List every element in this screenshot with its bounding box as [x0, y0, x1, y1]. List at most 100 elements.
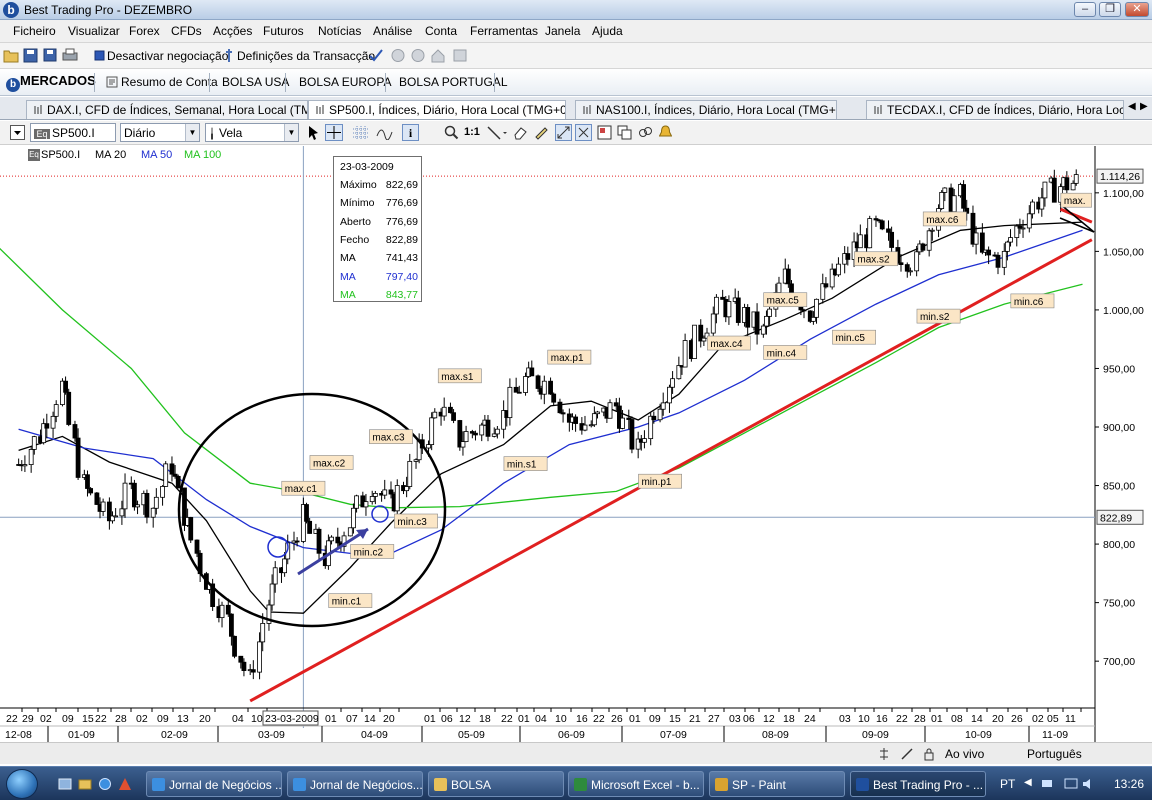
markets-item-bolsa-portugal[interactable]: BOLSA PORTUGAL: [399, 75, 508, 89]
menu-item-ferramentas[interactable]: Ferramentas: [470, 24, 538, 38]
menu-item-noticias[interactable]: Notícias: [318, 24, 361, 38]
taskbar-button[interactable]: Best Trading Pro - ...: [850, 771, 986, 797]
time-axis-month-label: 09-09: [862, 729, 889, 741]
tab-scroll-right-icon[interactable]: ▶: [1140, 101, 1148, 112]
menu-item-futuros[interactable]: Futuros: [263, 24, 304, 38]
highlight-circle-c3: [371, 505, 389, 523]
tray-clock[interactable]: 13:26: [1114, 777, 1144, 791]
menu-item-conta[interactable]: Conta: [425, 24, 457, 38]
taskbar-button[interactable]: Jornal de Negócios ...: [146, 771, 282, 797]
markets-item-account-summary[interactable]: Resumo de Conta: [121, 75, 218, 89]
tab-nas100[interactable]: NAS100.I, Índices, Diário, Hora Local (T…: [575, 100, 837, 119]
menu-item-forex[interactable]: Forex: [129, 24, 160, 38]
chart-area[interactable]: 1.100,00 1.050,00 1.000,00 950,00 900,00 850,…: [0, 146, 1152, 742]
zoom-icon[interactable]: [444, 125, 459, 140]
info-icon[interactable]: i: [402, 124, 419, 141]
deactivate-icon[interactable]: [92, 48, 108, 63]
tray-network-icon[interactable]: [1040, 777, 1054, 791]
menu-item-accoes[interactable]: Acções: [213, 24, 252, 38]
fit-icon[interactable]: [575, 124, 592, 141]
tab-scroll-left-icon[interactable]: ◀: [1128, 101, 1136, 112]
tray-expand-icon[interactable]: ◀: [1024, 777, 1032, 788]
menu-item-ficheiro[interactable]: Ficheiro: [13, 24, 56, 38]
menu-item-analise[interactable]: Análise: [373, 24, 412, 38]
tab-sp500[interactable]: SP500.I, Índices, Diário, Hora Local (TM…: [308, 100, 566, 119]
taskbar-button[interactable]: Microsoft Excel - b...: [568, 771, 704, 797]
transaction-settings-icon[interactable]: [222, 48, 238, 63]
check-icon[interactable]: [368, 48, 384, 63]
legend-ma50[interactable]: MA 50: [141, 149, 172, 161]
alert-bell-icon[interactable]: [659, 125, 672, 140]
ie-icon[interactable]: [98, 777, 112, 791]
candle-up: [660, 402, 666, 410]
show-desktop-icon[interactable]: [58, 777, 72, 791]
close-button[interactable]: ✕: [1125, 2, 1149, 17]
refresh-icon[interactable]: [452, 48, 468, 63]
start-button[interactable]: [6, 769, 38, 799]
candle-style-icon: ╽: [209, 129, 216, 140]
cursor-icon[interactable]: [307, 125, 321, 140]
maximize-button[interactable]: ❐: [1099, 2, 1121, 17]
legend-symbol[interactable]: SP500.I: [41, 149, 80, 161]
grid-icon[interactable]: [352, 125, 370, 140]
menu-item-visualizar[interactable]: Visualizar: [68, 24, 120, 38]
indicator-icon[interactable]: [376, 125, 398, 140]
taskbar-button[interactable]: SP - Paint: [709, 771, 845, 797]
menu-item-janela[interactable]: Janela: [545, 24, 580, 38]
candle-down: [448, 406, 453, 414]
candle-down: [535, 375, 541, 389]
legend-ma100[interactable]: MA 100: [184, 149, 221, 161]
price-chart[interactable]: 1.100,00 1.050,00 1.000,00 950,00 900,00 850,…: [0, 146, 1152, 742]
chart-menu-icon[interactable]: [10, 125, 25, 140]
minimize-button[interactable]: ‒: [1074, 2, 1096, 17]
data-window-row: Mínimo 776,69: [340, 197, 418, 211]
status-connection-icon[interactable]: [900, 747, 914, 761]
tab-tecdax[interactable]: TECDAX.I, CFD de Índices, Diário, Hora L…: [866, 100, 1124, 119]
tab-dax[interactable]: DAX.I, CFD de Índices, Semanal, Hora Loc…: [26, 100, 308, 119]
menu-item-cfds[interactable]: CFDs: [171, 24, 202, 38]
tray-language[interactable]: PT: [1000, 777, 1015, 791]
copy-icon[interactable]: [617, 125, 632, 140]
drawing-icon[interactable]: [534, 125, 549, 140]
nav-back-icon[interactable]: [390, 48, 406, 63]
ratio-icon[interactable]: 1:1: [464, 126, 480, 138]
tray-monitor-icon[interactable]: [1064, 777, 1078, 791]
markets-brand[interactable]: b MERCADOS: [6, 73, 96, 92]
taskbar-button[interactable]: BOLSA: [428, 771, 564, 797]
eraser-icon[interactable]: [513, 125, 528, 140]
data-window-value: 797,40: [385, 270, 418, 283]
menu-item-ajuda[interactable]: Ajuda: [592, 24, 623, 38]
legend-ma20[interactable]: MA 20: [95, 149, 126, 161]
period-select[interactable]: Diário ▼: [120, 123, 200, 142]
explorer-icon[interactable]: [78, 777, 92, 791]
print-icon[interactable]: [62, 48, 78, 63]
data-window-row: Aberto 776,69: [340, 216, 418, 230]
candle-up: [810, 316, 816, 322]
transaction-settings-label[interactable]: Definições da Transacção: [237, 49, 375, 63]
crosshair-icon[interactable]: [325, 124, 343, 141]
app-icon[interactable]: [118, 777, 132, 791]
candle-up: [494, 428, 500, 435]
data-window-label: Mínimo: [340, 197, 375, 210]
tray-volume-icon[interactable]: [1082, 777, 1096, 791]
autoscale-icon[interactable]: [555, 124, 572, 141]
candle-up: [22, 464, 28, 467]
status-sort-icon[interactable]: [878, 747, 890, 761]
line-tool-icon[interactable]: [486, 125, 508, 140]
link-icon[interactable]: [638, 125, 653, 140]
chart-style-select[interactable]: ╽ Vela ▼: [205, 123, 299, 142]
nav-forward-icon[interactable]: [410, 48, 426, 63]
annotation-label: max.c4: [710, 339, 743, 350]
home-icon[interactable]: [430, 48, 446, 63]
open-icon[interactable]: [3, 48, 19, 63]
deactivate-trading-label[interactable]: Desactivar negociação: [107, 49, 228, 63]
symbol-input[interactable]: Eq SP500.I: [30, 123, 116, 142]
taskbar-button[interactable]: Jornal de Negócios...: [287, 771, 423, 797]
price-axis-label: 950,00: [1103, 363, 1135, 375]
template-icon[interactable]: [597, 125, 612, 140]
markets-item-bolsa-europa[interactable]: BOLSA EUROPA: [299, 75, 391, 89]
markets-item-bolsa-usa[interactable]: BOLSA USA: [222, 75, 289, 89]
save-all-icon[interactable]: [42, 48, 58, 63]
save-icon[interactable]: [23, 48, 39, 63]
time-axis-day-label: 24: [804, 713, 816, 725]
